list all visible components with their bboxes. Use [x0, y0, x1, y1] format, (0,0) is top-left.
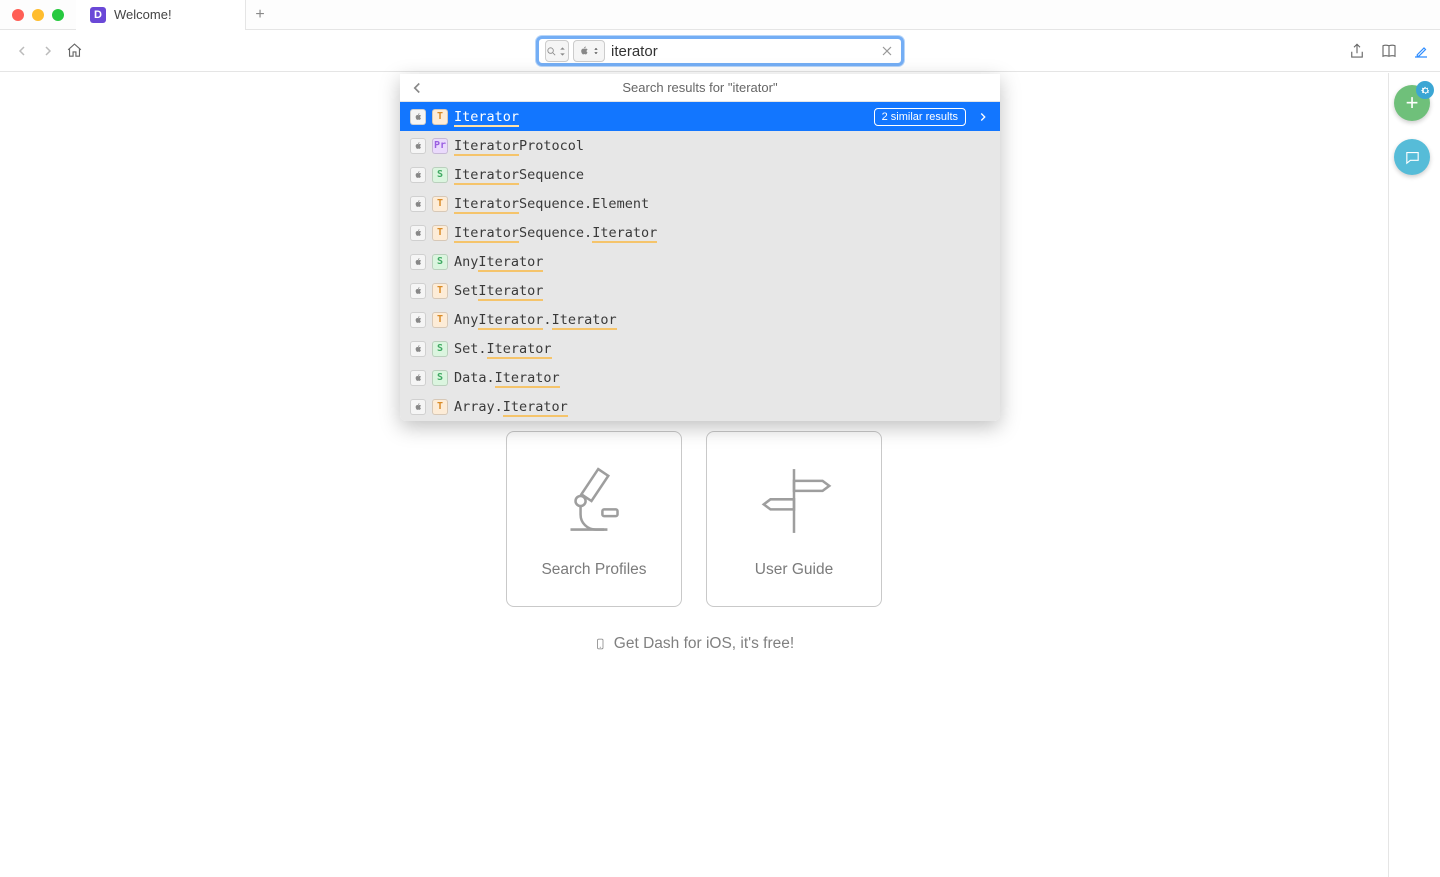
apple-icon — [410, 109, 426, 125]
apple-icon — [410, 399, 426, 415]
symbol-kind-icon: T — [432, 225, 448, 241]
chevron-right-icon — [976, 110, 990, 124]
search-result-row[interactable]: S AnyIterator — [400, 247, 1000, 276]
settings-badge[interactable] — [1416, 81, 1434, 99]
bookmark-button[interactable] — [1380, 42, 1398, 60]
result-name: Iterator — [454, 109, 519, 125]
search-result-row[interactable]: T Iterator 2 similar results — [400, 102, 1000, 131]
user-guide-card[interactable]: User Guide — [706, 431, 882, 607]
symbol-kind-icon: S — [432, 341, 448, 357]
apple-icon — [410, 283, 426, 299]
feedback-button[interactable] — [1394, 139, 1430, 175]
symbol-kind-icon: T — [432, 283, 448, 299]
right-rail: + — [1388, 73, 1440, 877]
apple-icon — [410, 312, 426, 328]
search-result-row[interactable]: T AnyIterator.Iterator — [400, 305, 1000, 334]
search-results-dropdown: Search results for "iterator" T Iterator 2… — [400, 74, 1000, 421]
apple-icon — [410, 225, 426, 241]
search-result-row[interactable]: Pr IteratorProtocol — [400, 131, 1000, 160]
search-profiles-card[interactable]: Search Profiles — [506, 431, 682, 607]
share-button[interactable] — [1348, 42, 1366, 60]
apple-icon — [410, 167, 426, 183]
card-label: Search Profiles — [541, 561, 646, 579]
symbol-kind-icon: S — [432, 167, 448, 183]
symbol-kind-icon: S — [432, 254, 448, 270]
tab-welcome[interactable]: D Welcome! — [76, 0, 246, 30]
app-icon: D — [90, 7, 106, 23]
traffic-zoom[interactable] — [52, 9, 64, 21]
result-name: Data.Iterator — [454, 370, 560, 386]
nav-back-button[interactable] — [10, 39, 34, 63]
search-result-row[interactable]: S Data.Iterator — [400, 363, 1000, 392]
result-name: IteratorSequence.Element — [454, 196, 649, 212]
search-result-row[interactable]: T IteratorSequence.Element — [400, 189, 1000, 218]
result-name: AnyIterator.Iterator — [454, 312, 617, 328]
search-result-row[interactable]: T SetIterator — [400, 276, 1000, 305]
search-box[interactable] — [536, 36, 904, 66]
nav-forward-button[interactable] — [36, 39, 60, 63]
symbol-kind-icon: T — [432, 196, 448, 212]
card-label: User Guide — [755, 561, 833, 579]
add-docset-button[interactable]: + — [1394, 85, 1430, 121]
home-button[interactable] — [62, 39, 86, 63]
phone-icon — [594, 636, 607, 652]
search-result-row[interactable]: T Array.Iterator — [400, 392, 1000, 421]
symbol-kind-icon: Pr — [432, 138, 448, 154]
apple-icon — [410, 196, 426, 212]
new-tab-button[interactable]: + — [246, 0, 274, 30]
ios-link-text: Get Dash for iOS, it's free! — [614, 635, 794, 653]
results-header: Search results for "iterator" — [622, 80, 777, 95]
result-name: SetIterator — [454, 283, 543, 299]
signpost-icon — [752, 459, 836, 543]
tab-title: Welcome! — [114, 7, 172, 22]
search-result-row[interactable]: S IteratorSequence — [400, 160, 1000, 189]
similar-results-badge[interactable]: 2 similar results — [874, 108, 966, 126]
ios-link[interactable]: Get Dash for iOS, it's free! — [594, 635, 794, 653]
result-name: Set.Iterator — [454, 341, 552, 357]
results-back-button[interactable] — [408, 79, 426, 97]
traffic-close[interactable] — [12, 9, 24, 21]
result-name: IteratorSequence.Iterator — [454, 225, 657, 241]
annotate-button[interactable] — [1412, 42, 1430, 60]
result-name: Array.Iterator — [454, 399, 568, 415]
symbol-kind-icon: S — [432, 370, 448, 386]
search-result-row[interactable]: S Set.Iterator — [400, 334, 1000, 363]
search-icon — [546, 46, 557, 57]
result-name: IteratorSequence — [454, 167, 584, 183]
search-result-row[interactable]: T IteratorSequence.Iterator — [400, 218, 1000, 247]
apple-icon — [410, 254, 426, 270]
result-name: IteratorProtocol — [454, 138, 584, 154]
apple-icon — [410, 370, 426, 386]
search-input[interactable] — [611, 43, 879, 60]
result-name: AnyIterator — [454, 254, 543, 270]
dropdown-icon — [592, 46, 600, 56]
apple-icon — [410, 138, 426, 154]
symbol-kind-icon: T — [432, 109, 448, 125]
clear-search-button[interactable] — [879, 43, 895, 59]
symbol-kind-icon: T — [432, 312, 448, 328]
traffic-minimize[interactable] — [32, 9, 44, 21]
docset-filter-apple[interactable] — [573, 40, 605, 62]
apple-icon — [578, 45, 590, 57]
apple-icon — [410, 341, 426, 357]
search-mode-selector[interactable] — [545, 40, 569, 62]
symbol-kind-icon: T — [432, 399, 448, 415]
microscope-icon — [552, 459, 636, 543]
dropdown-icon — [557, 46, 568, 57]
